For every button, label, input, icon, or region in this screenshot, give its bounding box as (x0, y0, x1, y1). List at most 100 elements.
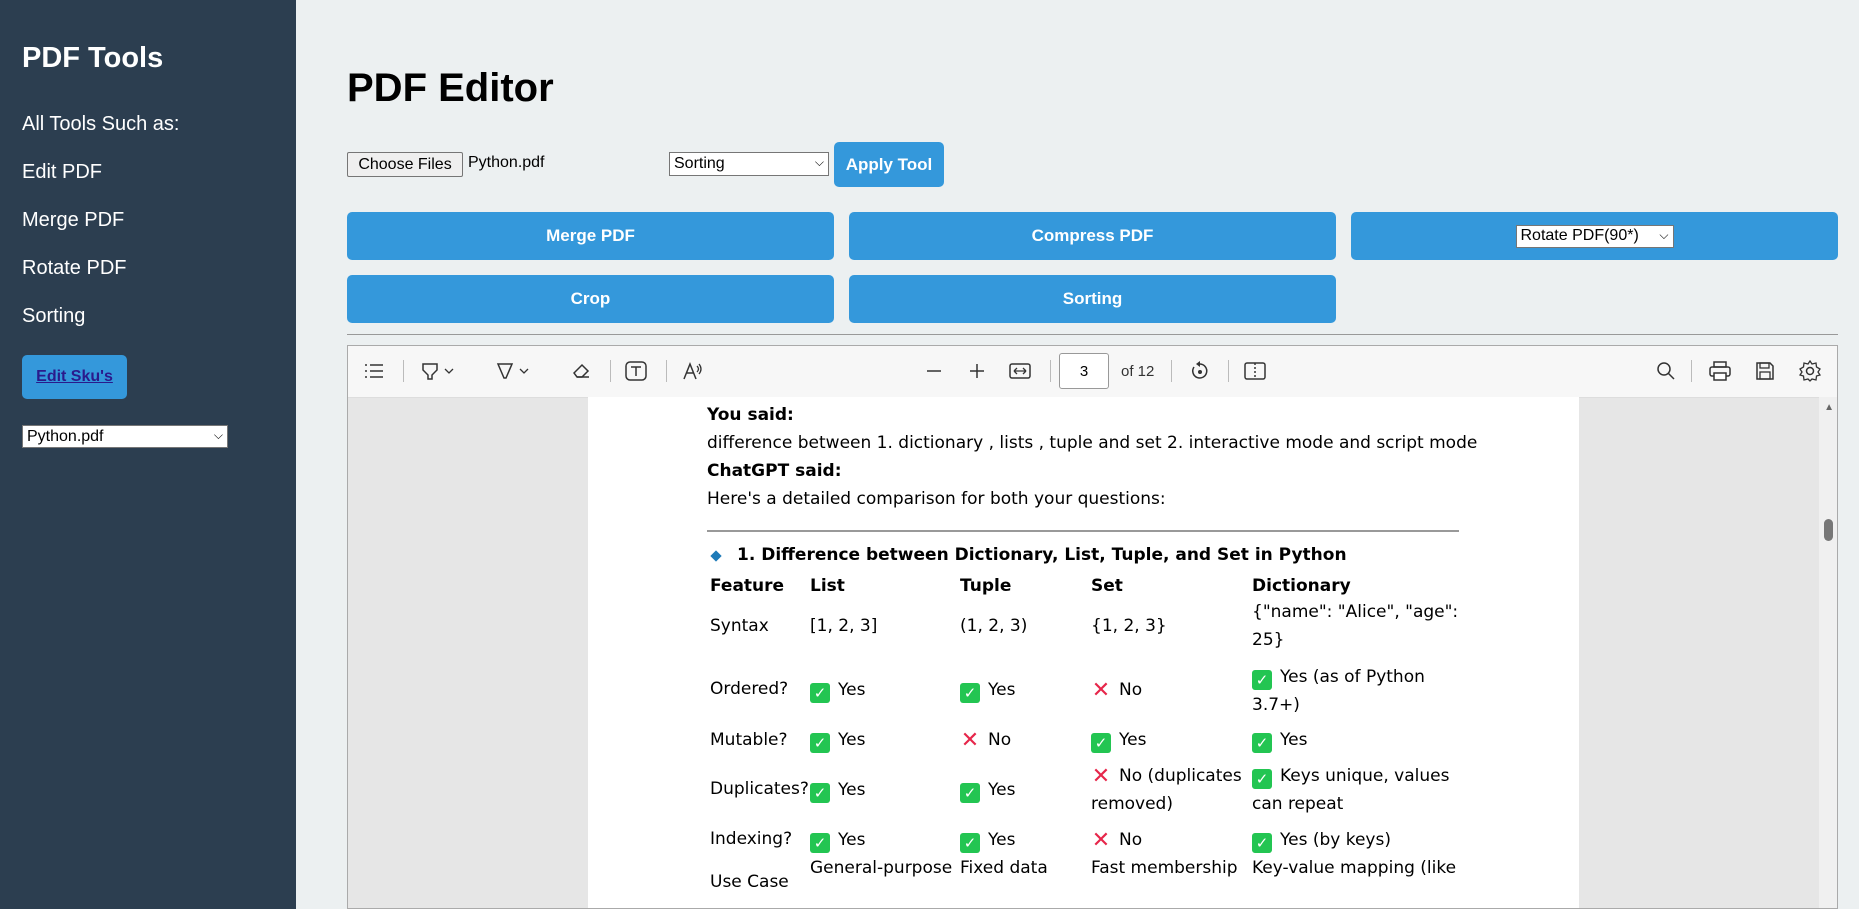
print-icon[interactable] (1708, 359, 1732, 383)
row-label-duplicates: Duplicates? (710, 779, 809, 799)
indexing-list: ✓ Yes (810, 826, 865, 854)
mutable-dict: ✓ Yes (1252, 726, 1307, 754)
check-icon: ✓ (810, 683, 830, 703)
check-icon: ✓ (1252, 833, 1272, 853)
table-header-feature: Feature (710, 576, 785, 596)
rotate-icon[interactable] (1188, 359, 1212, 383)
user-question: difference between 1. dictionary , lists… (707, 433, 1478, 453)
ordered-list: ✓ Yes (810, 676, 865, 704)
compress-pdf-button[interactable]: Compress PDF (849, 212, 1336, 260)
row-label-syntax: Syntax (710, 616, 769, 636)
duplicates-set-line2: removed) (1091, 794, 1173, 814)
mutable-tuple: ✕ No (960, 728, 1012, 753)
duplicates-dict-line2: can repeat (1252, 794, 1344, 814)
row-label-use-case: Use Case (710, 872, 789, 892)
sidebar: PDF Tools All Tools Such as: Edit PDF Me… (0, 0, 296, 909)
table-header-list: List (810, 576, 845, 596)
syntax-tuple: (1, 2, 3) (960, 616, 1028, 636)
read-aloud-icon[interactable] (681, 359, 705, 383)
cross-icon: ✕ (1091, 678, 1111, 703)
syntax-set: {1, 2, 3} (1091, 616, 1167, 636)
viewer-scrollbar[interactable] (1819, 397, 1837, 908)
sidebar-subtitle: All Tools Such as: (22, 113, 180, 135)
syntax-list: [1, 2, 3] (810, 616, 878, 636)
crop-button[interactable]: Crop (347, 275, 834, 323)
tool-select[interactable]: Sorting ⌵ (669, 152, 829, 176)
page-view-icon[interactable] (1243, 359, 1267, 383)
apply-tool-button[interactable]: Apply Tool (834, 142, 944, 187)
ordered-tuple: ✓ Yes (960, 676, 1015, 704)
sidebar-link-sorting[interactable]: Sorting (22, 305, 85, 328)
text-box-icon[interactable] (624, 359, 648, 383)
draw-icon[interactable] (493, 359, 517, 383)
check-icon: ✓ (1252, 670, 1272, 690)
indexing-tuple: ✓ Yes (960, 826, 1015, 854)
usecase-set: Fast membership (1091, 858, 1238, 878)
chevron-down-icon[interactable] (517, 359, 531, 383)
tool-select-value: Sorting (674, 155, 725, 172)
chevron-down-icon: ⌵ (814, 155, 824, 169)
page-title: PDF Editor (347, 66, 554, 110)
chevron-down-icon[interactable] (442, 359, 456, 383)
check-icon: ✓ (1091, 733, 1111, 753)
row-label-ordered: Ordered? (710, 679, 789, 699)
toolbar-separator (1050, 360, 1051, 382)
sorting-button[interactable]: Sorting (849, 275, 1336, 323)
scroll-up-arrow-icon[interactable]: ▲ (1824, 402, 1834, 413)
mutable-set: ✓ Yes (1091, 726, 1146, 754)
chatgpt-said-label: ChatGPT said: (707, 461, 842, 481)
chevron-down-icon: ⌵ (1659, 227, 1669, 242)
toolbar-separator (403, 360, 404, 382)
eraser-icon[interactable] (569, 359, 593, 383)
sidebar-link-edit-pdf[interactable]: Edit PDF (22, 161, 102, 184)
ordered-dict-line1: ✓ Yes (as of Python (1252, 663, 1425, 691)
check-icon: ✓ (810, 833, 830, 853)
duplicates-set-line1: ✕ No (duplicates (1091, 764, 1242, 789)
usecase-list: General-purpose (810, 858, 953, 878)
check-icon: ✓ (960, 783, 980, 803)
scrollbar-thumb[interactable] (1824, 519, 1833, 541)
sidebar-file-select[interactable]: Python.pdf ⌵ (22, 425, 228, 448)
viewer-toolbar: 3 of 12 (348, 346, 1837, 398)
duplicates-tuple: ✓ Yes (960, 776, 1015, 804)
table-header-dictionary: Dictionary (1252, 576, 1351, 596)
search-icon[interactable] (1654, 359, 1678, 383)
zoom-in-icon[interactable] (965, 359, 989, 383)
usecase-tuple: Fixed data (960, 858, 1048, 878)
toolbar-separator (666, 360, 667, 382)
toolbar-separator (1228, 360, 1229, 382)
duplicates-dict-line1: ✓ Keys unique, values (1252, 762, 1449, 790)
outline-icon[interactable] (362, 359, 386, 383)
fit-width-icon[interactable] (1008, 359, 1032, 383)
sidebar-file-select-value: Python.pdf (27, 427, 104, 445)
you-said-label: You said: (707, 405, 794, 425)
usecase-dict: Key-value mapping (like (1252, 858, 1457, 878)
mutable-list: ✓ Yes (810, 726, 865, 754)
check-icon: ✓ (960, 833, 980, 853)
indexing-set: ✕ No (1091, 828, 1143, 853)
toolbar-separator (610, 360, 611, 382)
row-label-mutable: Mutable? (710, 730, 788, 750)
intro-text: Here's a detailed comparison for both yo… (707, 489, 1166, 509)
pdf-viewer: 3 of 12 ▲ You said: difference between 1… (347, 345, 1838, 909)
sidebar-link-rotate-pdf[interactable]: Rotate PDF (22, 257, 126, 280)
chevron-down-icon: ⌵ (213, 428, 223, 442)
zoom-out-icon[interactable] (922, 359, 946, 383)
save-icon[interactable] (1753, 359, 1777, 383)
row-label-indexing: Indexing? (710, 829, 793, 849)
selected-file-name: Python.pdf (468, 154, 545, 171)
sidebar-title: PDF Tools (22, 42, 164, 74)
sidebar-link-merge-pdf[interactable]: Merge PDF (22, 209, 124, 232)
choose-files-button[interactable]: Choose Files (347, 152, 463, 177)
diamond-bullet-icon (710, 550, 722, 562)
page-number-input[interactable]: 3 (1059, 353, 1109, 389)
rotate-select-value: Rotate PDF(90*) (1520, 227, 1639, 244)
check-icon: ✓ (960, 683, 980, 703)
merge-pdf-button[interactable]: Merge PDF (347, 212, 834, 260)
table-header-tuple: Tuple (960, 576, 1012, 596)
rotate-pdf-button[interactable]: Rotate PDF(90*) ⌵ (1351, 212, 1838, 260)
highlight-icon[interactable] (418, 359, 442, 383)
rotate-select[interactable]: Rotate PDF(90*) ⌵ (1515, 224, 1674, 248)
edit-skus-button[interactable]: Edit Sku's (22, 355, 127, 399)
settings-icon[interactable] (1798, 359, 1822, 383)
